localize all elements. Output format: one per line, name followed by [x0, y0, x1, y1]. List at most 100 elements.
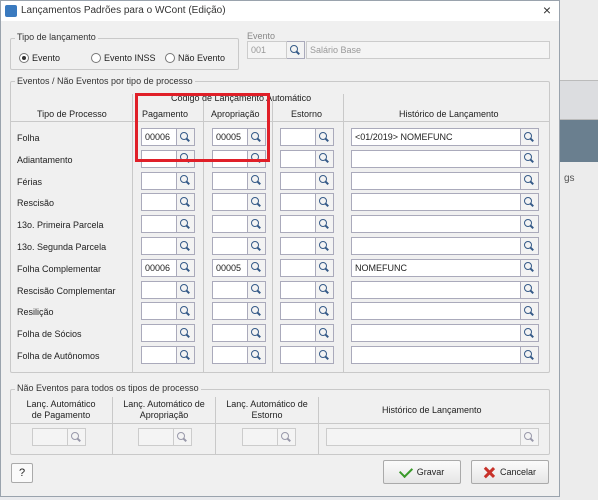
historico-lookup-button[interactable]	[521, 171, 539, 190]
gravar-button[interactable]: Gravar	[383, 460, 461, 484]
pagamento-lookup-button[interactable]	[177, 193, 195, 212]
pagamento-lookup-button[interactable]	[177, 324, 195, 343]
estorno-lookup-button[interactable]	[316, 237, 334, 255]
historico-lookup-button[interactable]	[521, 237, 539, 255]
pagamento-lookup-button[interactable]	[177, 149, 195, 168]
ne-estorno-lookup[interactable]	[278, 428, 296, 446]
historico-lookup-button[interactable]	[521, 280, 539, 299]
ne-pagamento-lookup[interactable]	[68, 428, 86, 446]
pagamento-lookup-button[interactable]	[177, 171, 195, 190]
estorno-lookup-button[interactable]	[316, 171, 334, 190]
ne-historico-field[interactable]	[326, 428, 521, 446]
pagamento-lookup-button[interactable]	[177, 128, 195, 146]
estorno-field[interactable]	[280, 258, 316, 277]
evento-lookup-button[interactable]	[287, 41, 305, 59]
historico-field[interactable]	[351, 193, 521, 212]
pagamento-field[interactable]	[141, 280, 177, 299]
apropriacao-lookup-button[interactable]	[248, 215, 266, 234]
estorno-lookup-button[interactable]	[316, 324, 334, 343]
estorno-field[interactable]	[280, 171, 316, 190]
historico-field[interactable]: <01/2019> NOMEFUNC	[351, 128, 521, 146]
apropriacao-lookup-button[interactable]	[248, 128, 266, 146]
apropriacao-field[interactable]	[212, 280, 248, 299]
apropriacao-field[interactable]	[212, 149, 248, 168]
evento-code-field[interactable]: 001	[247, 41, 287, 59]
radio-evento[interactable]: Evento	[19, 53, 60, 63]
pagamento-field[interactable]	[141, 149, 177, 168]
historico-lookup-button[interactable]	[521, 215, 539, 234]
historico-lookup-button[interactable]	[521, 128, 539, 146]
radio-evento-inss[interactable]: Evento INSS	[91, 53, 156, 63]
estorno-lookup-button[interactable]	[316, 302, 334, 321]
pagamento-field[interactable]	[141, 237, 177, 255]
apropriacao-field[interactable]	[212, 302, 248, 321]
ne-historico-lookup[interactable]	[521, 428, 539, 446]
historico-field[interactable]	[351, 324, 521, 343]
pagamento-lookup-button[interactable]	[177, 237, 195, 255]
ne-apropriacao-lookup[interactable]	[174, 428, 192, 446]
pagamento-field[interactable]	[141, 324, 177, 343]
pagamento-lookup-button[interactable]	[177, 215, 195, 234]
close-icon[interactable]: ×	[543, 2, 551, 18]
pagamento-lookup-button[interactable]	[177, 302, 195, 321]
pagamento-lookup-button[interactable]	[177, 280, 195, 299]
apropriacao-field[interactable]	[212, 171, 248, 190]
historico-lookup-button[interactable]	[521, 346, 539, 364]
pagamento-lookup-button[interactable]	[177, 258, 195, 277]
apropriacao-lookup-button[interactable]	[248, 171, 266, 190]
radio-nao-evento[interactable]: Não Evento	[165, 53, 225, 63]
apropriacao-field[interactable]	[212, 193, 248, 212]
estorno-lookup-button[interactable]	[316, 280, 334, 299]
ne-apropriacao-field[interactable]	[138, 428, 174, 446]
historico-lookup-button[interactable]	[521, 258, 539, 277]
estorno-lookup-button[interactable]	[316, 128, 334, 146]
apropriacao-field[interactable]: 00005	[212, 258, 248, 277]
historico-field[interactable]: NOMEFUNC	[351, 258, 521, 277]
estorno-lookup-button[interactable]	[316, 258, 334, 277]
historico-field[interactable]	[351, 171, 521, 190]
pagamento-field[interactable]	[141, 346, 177, 364]
ne-pagamento-field[interactable]	[32, 428, 68, 446]
apropriacao-lookup-button[interactable]	[248, 280, 266, 299]
apropriacao-lookup-button[interactable]	[248, 237, 266, 255]
estorno-field[interactable]	[280, 280, 316, 299]
pagamento-field[interactable]: 00006	[141, 258, 177, 277]
pagamento-lookup-button[interactable]	[177, 346, 195, 364]
historico-field[interactable]	[351, 149, 521, 168]
estorno-lookup-button[interactable]	[316, 149, 334, 168]
apropriacao-field[interactable]	[212, 346, 248, 364]
apropriacao-lookup-button[interactable]	[248, 346, 266, 364]
estorno-field[interactable]	[280, 324, 316, 343]
estorno-field[interactable]	[280, 128, 316, 146]
historico-lookup-button[interactable]	[521, 324, 539, 343]
pagamento-field[interactable]	[141, 302, 177, 321]
historico-lookup-button[interactable]	[521, 193, 539, 212]
historico-field[interactable]	[351, 302, 521, 321]
estorno-lookup-button[interactable]	[316, 215, 334, 234]
apropriacao-lookup-button[interactable]	[248, 149, 266, 168]
historico-lookup-button[interactable]	[521, 149, 539, 168]
estorno-field[interactable]	[280, 237, 316, 255]
pagamento-field[interactable]: 00006	[141, 128, 177, 146]
apropriacao-lookup-button[interactable]	[248, 324, 266, 343]
ne-estorno-field[interactable]	[242, 428, 278, 446]
historico-field[interactable]	[351, 346, 521, 364]
cancelar-button[interactable]: Cancelar	[471, 460, 549, 484]
apropriacao-lookup-button[interactable]	[248, 258, 266, 277]
estorno-field[interactable]	[280, 149, 316, 168]
pagamento-field[interactable]	[141, 215, 177, 234]
apropriacao-lookup-button[interactable]	[248, 302, 266, 321]
historico-field[interactable]	[351, 280, 521, 299]
estorno-lookup-button[interactable]	[316, 193, 334, 212]
estorno-lookup-button[interactable]	[316, 346, 334, 364]
pagamento-field[interactable]	[141, 193, 177, 212]
estorno-field[interactable]	[280, 215, 316, 234]
apropriacao-field[interactable]: 00005	[212, 128, 248, 146]
apropriacao-field[interactable]	[212, 237, 248, 255]
apropriacao-field[interactable]	[212, 215, 248, 234]
estorno-field[interactable]	[280, 302, 316, 321]
estorno-field[interactable]	[280, 346, 316, 364]
historico-field[interactable]	[351, 237, 521, 255]
pagamento-field[interactable]	[141, 171, 177, 190]
apropriacao-field[interactable]	[212, 324, 248, 343]
